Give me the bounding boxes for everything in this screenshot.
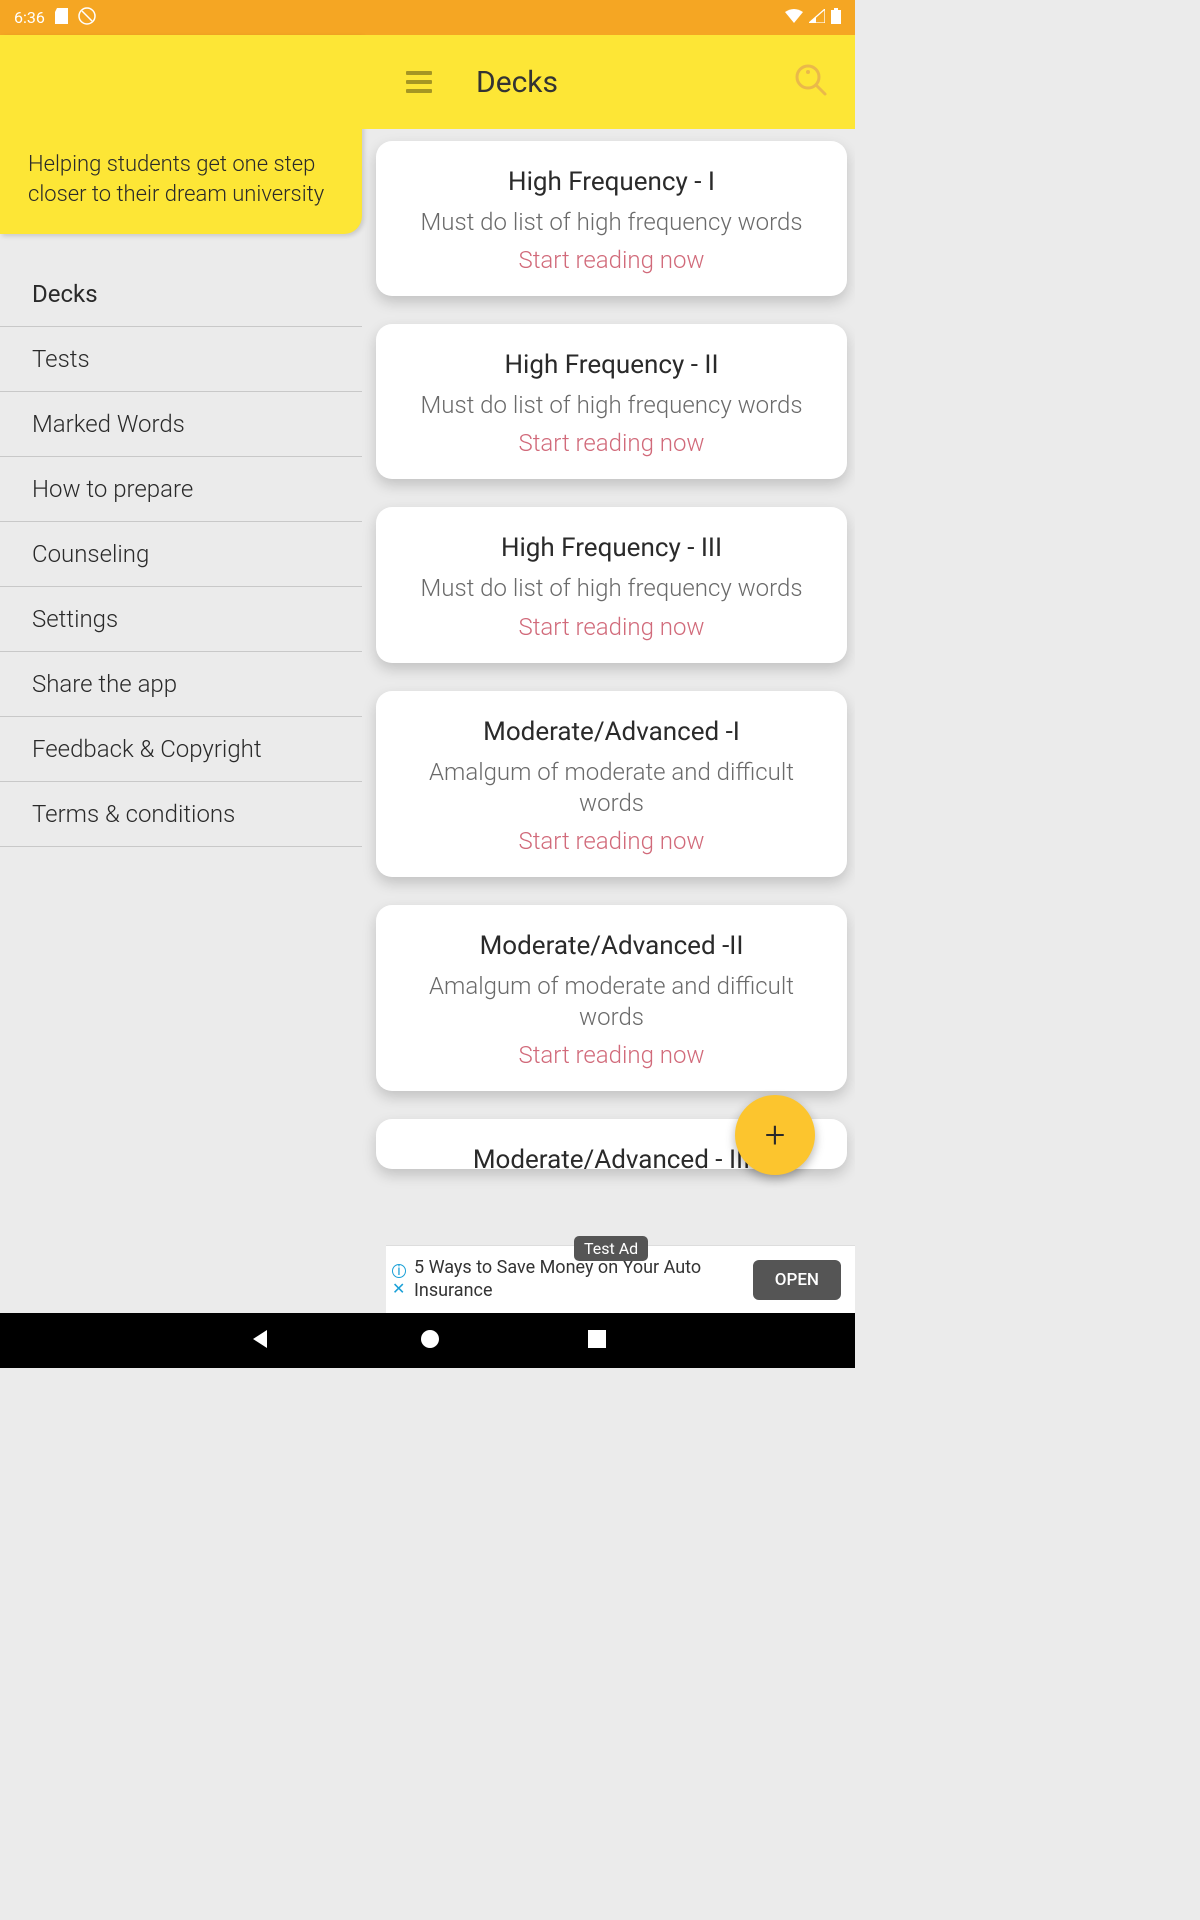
sidebar-menu: Decks Tests Marked Words How to prepare … xyxy=(0,266,362,847)
home-button[interactable] xyxy=(420,1329,440,1353)
sidebar-item-label: Settings xyxy=(32,605,118,633)
ad-info-icons: i ✕ xyxy=(392,1264,406,1296)
page-title: Decks xyxy=(476,65,558,100)
deck-title: High Frequency - I xyxy=(396,167,827,197)
plus-icon: + xyxy=(765,1114,785,1156)
battery-icon xyxy=(831,8,841,28)
sidebar-item-label: How to prepare xyxy=(32,475,193,503)
status-bar: 6:36 xyxy=(0,0,855,35)
deck-action[interactable]: Start reading now xyxy=(396,613,827,641)
sidebar-item-marked-words[interactable]: Marked Words xyxy=(0,392,362,457)
deck-card[interactable]: High Frequency - III Must do list of hig… xyxy=(376,507,847,662)
deck-card[interactable]: Moderate/Advanced -I Amalgum of moderate… xyxy=(376,691,847,877)
deck-action[interactable]: Start reading now xyxy=(396,429,827,457)
sidebar-item-how-to-prepare[interactable]: How to prepare xyxy=(0,457,362,522)
recents-button[interactable] xyxy=(588,1330,606,1352)
deck-title: High Frequency - II xyxy=(396,350,827,380)
sidebar-item-label: Share the app xyxy=(32,670,177,698)
status-time: 6:36 xyxy=(14,8,45,27)
hamburger-icon[interactable] xyxy=(406,71,432,93)
deck-title: High Frequency - III xyxy=(396,533,827,563)
sidebar-item-label: Terms & conditions xyxy=(32,800,235,828)
back-button[interactable] xyxy=(249,1328,271,1354)
sd-card-icon xyxy=(55,8,68,28)
sidebar-item-label: Tests xyxy=(32,345,90,373)
deck-action[interactable]: Start reading now xyxy=(396,1041,827,1069)
ad-text: 5 Ways to Save Money on Your Auto Insura… xyxy=(414,1257,753,1302)
sidebar-item-counseling[interactable]: Counseling xyxy=(0,522,362,587)
sidebar-item-share[interactable]: Share the app xyxy=(0,652,362,717)
sidebar-item-terms[interactable]: Terms & conditions xyxy=(0,782,362,847)
deck-action[interactable]: Start reading now xyxy=(396,827,827,855)
deck-description: Must do list of high frequency words xyxy=(396,207,827,238)
no-network-icon xyxy=(78,7,96,29)
ad-banner[interactable]: Test Ad i ✕ 5 Ways to Save Money on Your… xyxy=(386,1245,855,1313)
sidebar-item-settings[interactable]: Settings xyxy=(0,587,362,652)
sidebar-item-label: Counseling xyxy=(32,540,149,568)
signal-icon xyxy=(809,8,825,27)
deck-description: Amalgum of moderate and difficult words xyxy=(396,971,827,1033)
ad-tag: Test Ad xyxy=(574,1236,648,1261)
ad-info-icon[interactable]: i xyxy=(392,1264,406,1278)
sidebar: Vocabulary Flashcards Helping students g… xyxy=(0,129,362,1245)
sidebar-item-tests[interactable]: Tests xyxy=(0,327,362,392)
add-button[interactable]: + xyxy=(735,1095,815,1175)
sidebar-item-label: Feedback & Copyright xyxy=(32,735,262,763)
deck-card[interactable]: High Frequency - I Must do list of high … xyxy=(376,141,847,296)
sidebar-item-feedback[interactable]: Feedback & Copyright xyxy=(0,717,362,782)
app-header: Decks xyxy=(0,35,855,129)
deck-title: Moderate/Advanced -I xyxy=(396,717,827,747)
main-content: High Frequency - I Must do list of high … xyxy=(362,129,855,1245)
deck-description: Must do list of high frequency words xyxy=(396,573,827,604)
ad-open-button[interactable]: OPEN xyxy=(753,1260,841,1300)
search-icon[interactable] xyxy=(793,62,829,102)
app-subtitle: Helping students get one step closer to … xyxy=(28,150,334,209)
sidebar-item-decks[interactable]: Decks xyxy=(0,266,362,327)
deck-card[interactable]: Moderate/Advanced -II Amalgum of moderat… xyxy=(376,905,847,1091)
deck-description: Must do list of high frequency words xyxy=(396,390,827,421)
deck-action[interactable]: Start reading now xyxy=(396,246,827,274)
wifi-icon xyxy=(785,8,803,27)
sidebar-item-label: Marked Words xyxy=(32,410,185,438)
sidebar-item-label: Decks xyxy=(32,280,98,308)
navigation-bar xyxy=(0,1313,855,1368)
ad-close-icon[interactable]: ✕ xyxy=(392,1282,406,1296)
deck-card[interactable]: High Frequency - II Must do list of high… xyxy=(376,324,847,479)
deck-title: Moderate/Advanced -II xyxy=(396,931,827,961)
deck-description: Amalgum of moderate and difficult words xyxy=(396,757,827,819)
